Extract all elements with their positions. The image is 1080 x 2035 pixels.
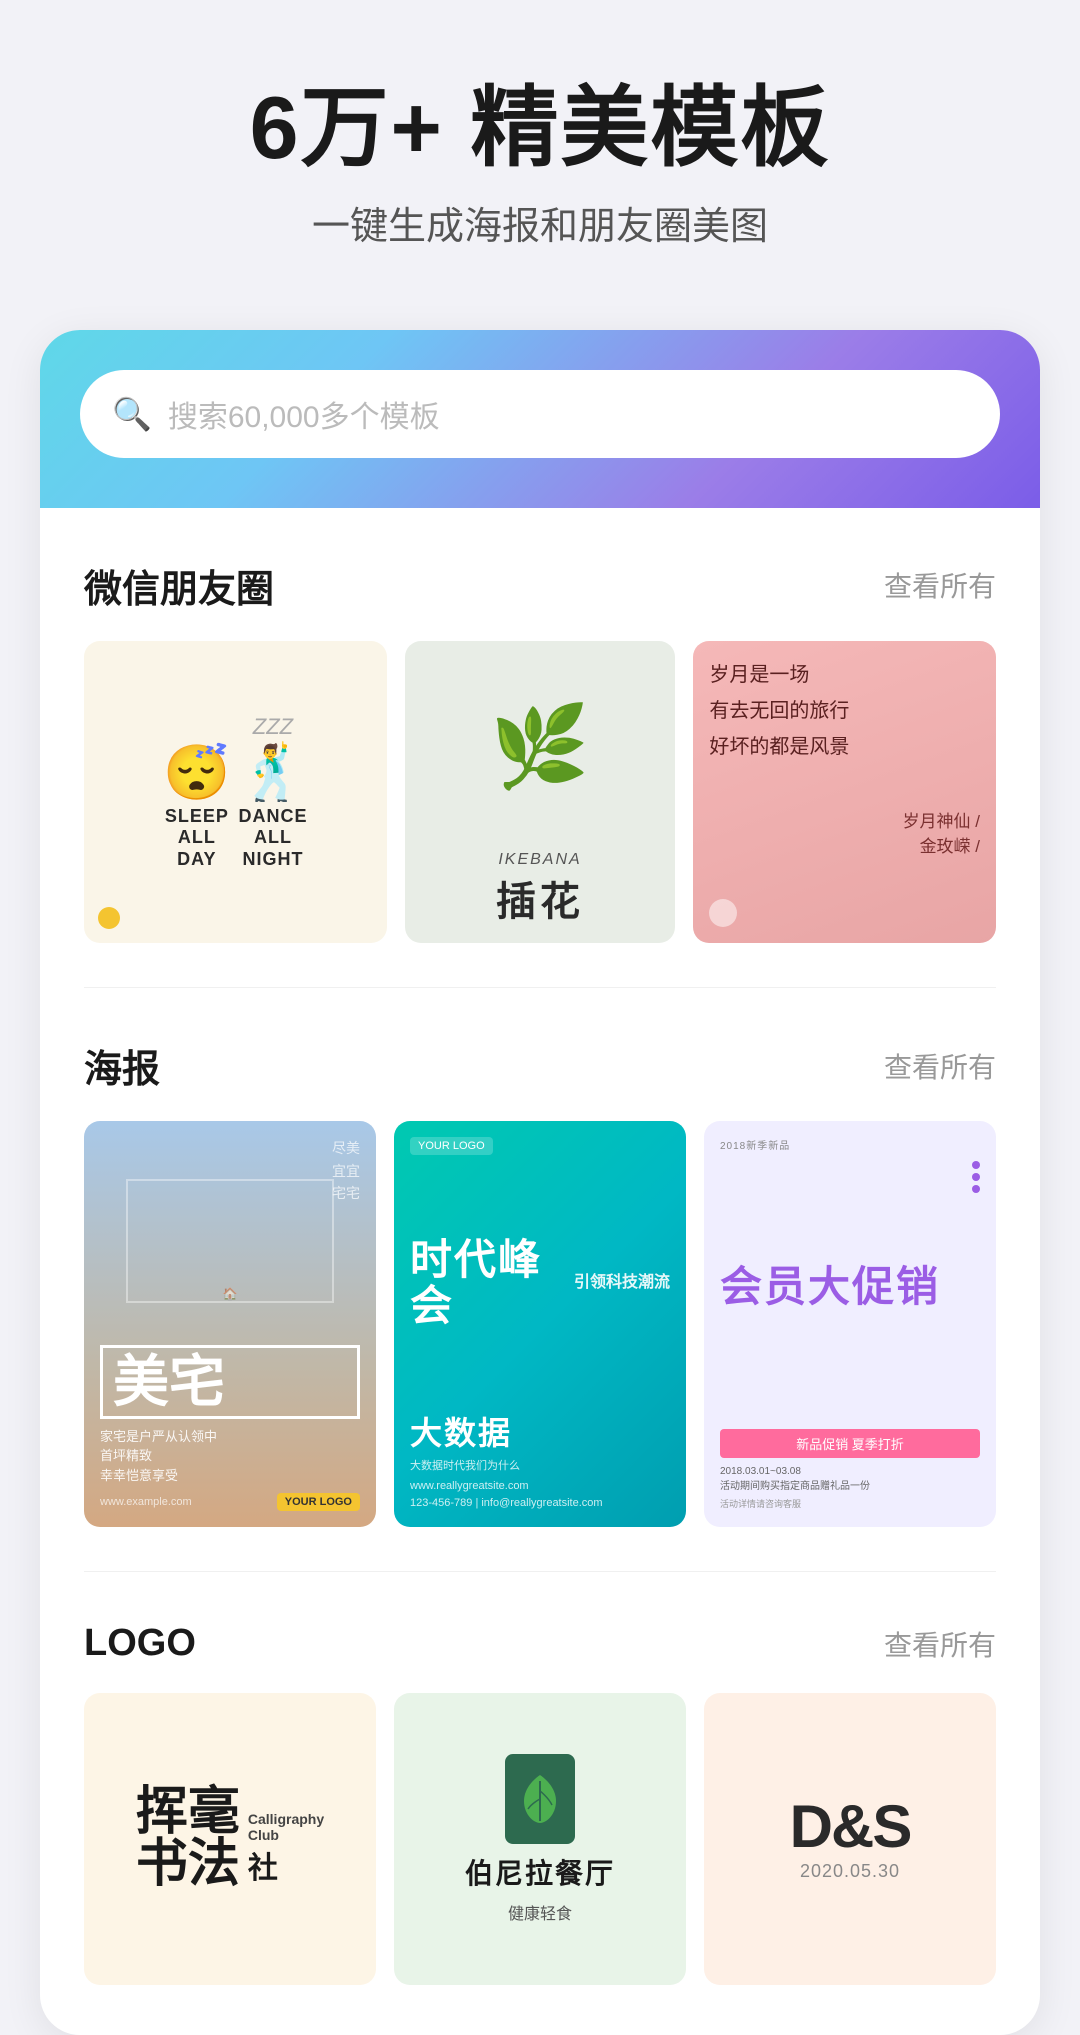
logo-grid: 挥毫 书法 Calligraphy Club 社	[40, 1693, 1040, 1985]
search-icon: 🔍	[112, 398, 152, 430]
cal-char-1: 挥毫	[136, 1787, 240, 1839]
poster-grid: 尽美宜宜宅宅 🏠 美宅 家宅是户严从认领中 首坪精致 幸幸恺意享受 www.ex…	[40, 1121, 1040, 1527]
tech-bottom: 大数据时代我们为什么 www.reallygreatsite.com 123-4…	[410, 1458, 670, 1512]
wechat-card-sleep-dance[interactable]: 😴 SLEEPALLDAY ZZZ 🕺 DANCEALLNIGHT	[84, 641, 387, 944]
wechat-card-ikebana[interactable]: 🌿 IKEBANA 插花	[405, 641, 676, 944]
promo-deco	[966, 1161, 986, 1241]
wechat-view-all[interactable]: 查看所有	[884, 565, 996, 605]
page-header: 6万+ 精美模板 一键生成海报和朋友圈美图	[0, 0, 1080, 290]
tech-side-labels: 引领科技潮流	[574, 1163, 670, 1403]
leaf-icon	[505, 1754, 575, 1844]
search-placeholder: 搜索60,000多个模板	[168, 392, 968, 436]
meizhai-logo-tag: YOUR LOGO	[277, 1493, 360, 1511]
main-title: 6万+ 精美模板	[60, 80, 1020, 177]
meizhai-desc: 家宅是户严从认领中 首坪精致 幸幸恺意享受	[100, 1427, 360, 1486]
sleep-label: SLEEPALLDAY	[165, 806, 229, 871]
ikebana-en: IKEBANA	[498, 851, 581, 869]
poster-card-member-promo[interactable]: 2018新季新品 会员大促销 新品促销 夏季打折 2018.03.01~03.0…	[704, 1121, 996, 1527]
zzz-text: ZZZ	[253, 714, 293, 740]
cal-en-1: Calligraphy	[248, 1811, 324, 1827]
tech-logo-tag: YOUR LOGO	[410, 1137, 493, 1155]
search-bar[interactable]: 🔍 搜索60,000多个模板	[80, 370, 1000, 458]
meizhai-logo-bar: www.example.com YOUR LOGO	[100, 1493, 360, 1511]
logo-card-restaurant[interactable]: 伯尼拉餐厅 健康轻食	[394, 1693, 686, 1985]
calligraphy-chars: 挥毫 书法 Calligraphy Club 社	[136, 1787, 324, 1891]
restaurant-cn-name: 伯尼拉餐厅	[465, 1852, 615, 1892]
restaurant-sub: 健康轻食	[508, 1900, 572, 1924]
tech-main-text: 时代峰会	[410, 1163, 568, 1403]
promo-main-text: 会员大促销	[720, 1152, 980, 1422]
main-card: 🔍 搜索60,000多个模板 微信朋友圈 查看所有 😴 SLEEPALLDAY …	[40, 330, 1040, 2035]
meizhai-illustration: 🏠	[100, 1137, 360, 1344]
meizhai-url: www.example.com	[100, 1496, 192, 1508]
ds-date: 2020.05.30	[800, 1861, 900, 1882]
search-section: 🔍 搜索60,000多个模板	[40, 330, 1040, 508]
ikebana-cn: 插花	[496, 869, 584, 927]
dance-label: DANCEALLNIGHT	[238, 806, 307, 871]
poster-card-meizhai[interactable]: 尽美宜宜宅宅 🏠 美宅 家宅是户严从认领中 首坪精致 幸幸恺意享受 www.ex…	[84, 1121, 376, 1527]
ds-text: D&S	[790, 1797, 911, 1857]
wechat-card-poetic[interactable]: 岁月是一场 有去无回的旅行 好坏的都是风景 岁月神仙 / 金玫嵘 /	[693, 641, 996, 944]
big-data-text: 大数据	[410, 1408, 670, 1454]
pink-circle-deco	[709, 899, 737, 927]
wechat-section-header: 微信朋友圈 查看所有	[40, 508, 1040, 641]
calligraphy-cn-stack: 挥毫 书法	[136, 1787, 240, 1891]
logo-section-title: LOGO	[84, 1622, 196, 1665]
meizhai-big-text: 美宅	[100, 1345, 360, 1419]
logo-view-all[interactable]: 查看所有	[884, 1624, 996, 1664]
poster-card-tech-summit[interactable]: YOUR LOGO 时代峰会 引领科技潮流 大数据 大数据时代我们为什么 www…	[394, 1121, 686, 1527]
card-dot	[98, 907, 120, 929]
logo-card-ds[interactable]: D&S 2020.05.30	[704, 1693, 996, 1985]
sleep-emoji: 😴	[163, 746, 230, 800]
poetic-text: 岁月是一场 有去无回的旅行 好坏的都是风景	[709, 657, 980, 765]
logo-section-header: LOGO 查看所有	[40, 1572, 1040, 1693]
tech-main-area: 时代峰会 引领科技潮流	[410, 1163, 670, 1403]
wechat-template-grid: 😴 SLEEPALLDAY ZZZ 🕺 DANCEALLNIGHT 🌿 IKEB…	[40, 641, 1040, 944]
poster-view-all[interactable]: 查看所有	[884, 1046, 996, 1086]
cal-char-2: 书法	[136, 1839, 240, 1891]
promo-top-bar: 2018新季新品	[720, 1137, 980, 1152]
calligraphy-en-wrap: Calligraphy Club 社	[248, 1811, 324, 1887]
dance-emoji: 🕺	[239, 746, 306, 800]
meizhai-side-text: 尽美宜宜宅宅	[332, 1137, 360, 1204]
calligraphy-content: 挥毫 书法 Calligraphy Club 社	[136, 1787, 324, 1891]
ds-content: D&S 2020.05.30	[790, 1797, 911, 1882]
restaurant-content: 伯尼拉餐厅 健康轻食	[465, 1754, 615, 1924]
promo-bar: 新品促销 夏季打折	[720, 1429, 980, 1458]
poetic-author: 岁月神仙 / 金玫嵘 /	[709, 807, 980, 857]
cal-en-2: Club	[248, 1827, 279, 1843]
poster-section-title: 海报	[84, 1038, 160, 1093]
ikebana-plant: 🌿	[405, 641, 676, 853]
cal-sub: 社	[248, 1843, 278, 1887]
wechat-section-title: 微信朋友圈	[84, 558, 274, 613]
poster-section-header: 海报 查看所有	[40, 988, 1040, 1121]
logo-card-calligraphy[interactable]: 挥毫 书法 Calligraphy Club 社	[84, 1693, 376, 1985]
sub-title: 一键生成海报和朋友圈美图	[60, 195, 1020, 250]
promo-bottom: 2018.03.01~03.08 活动期间购买指定商品赠礼品一份 活动详情请咨询…	[720, 1464, 980, 1512]
